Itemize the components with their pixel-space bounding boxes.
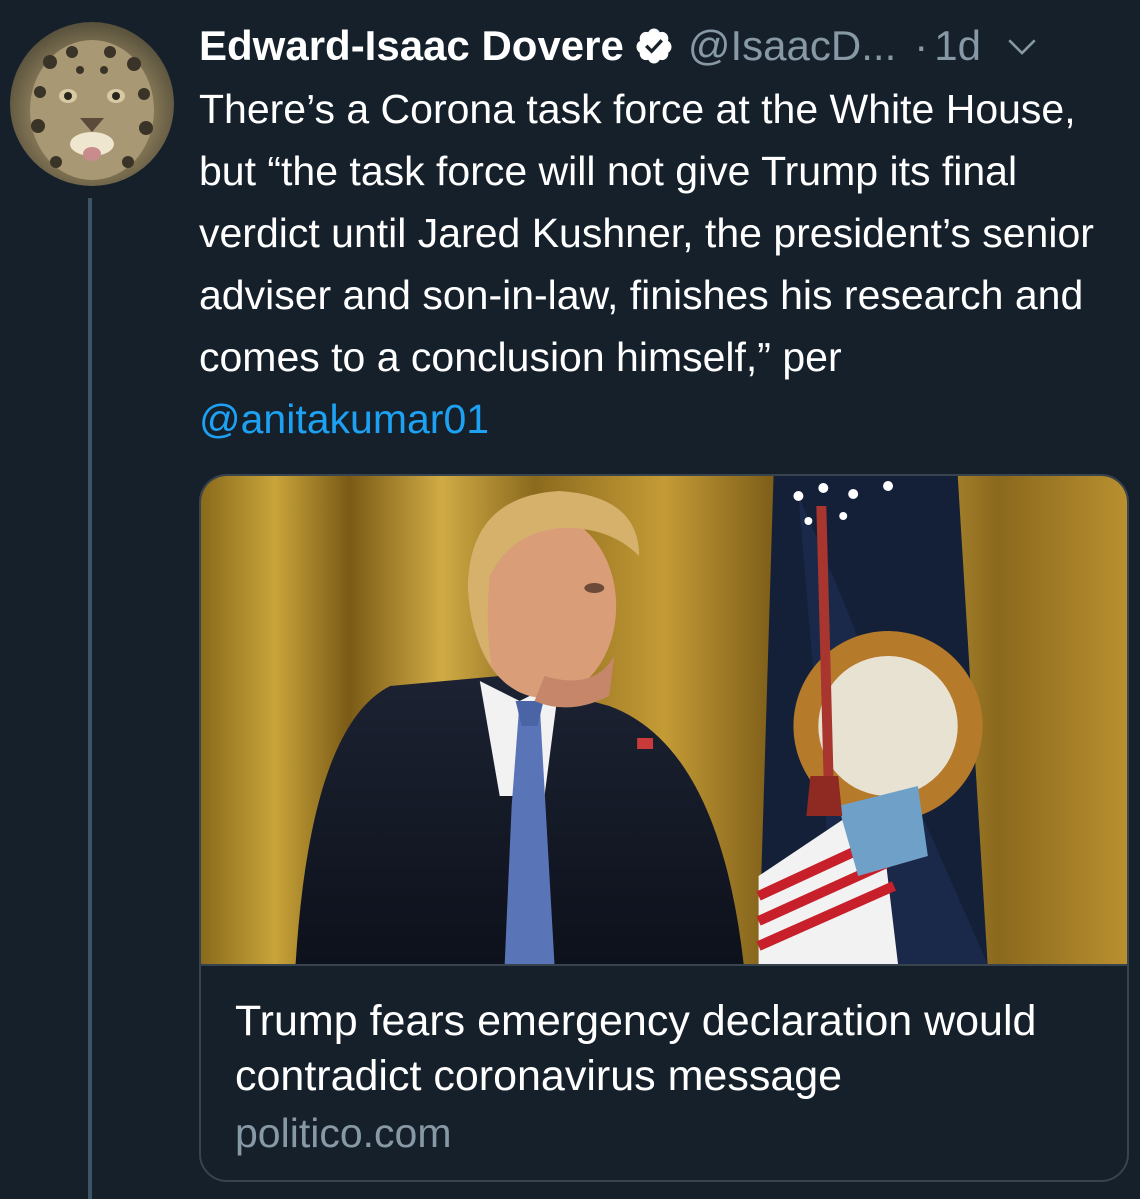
- timestamp[interactable]: 1d: [934, 18, 981, 74]
- separator-dot: ·: [914, 22, 929, 69]
- author-handle[interactable]: @IsaacD...: [688, 18, 896, 74]
- link-card-body: Trump fears emergency declaration would …: [201, 964, 1127, 1162]
- article-photo-icon[interactable]: [201, 476, 1127, 964]
- author-name[interactable]: Edward-Isaac Dovere: [199, 18, 624, 74]
- tweet-body: There’s a Corona task force at the White…: [199, 86, 1094, 380]
- link-card-domain: politico.com: [235, 1110, 452, 1156]
- mention-link[interactable]: @anitakumar01: [199, 396, 489, 442]
- jaguar-avatar-icon: [30, 40, 154, 180]
- verified-badge-icon: [634, 26, 674, 66]
- link-card[interactable]: Trump fears emergency declaration would …: [199, 474, 1129, 1182]
- chevron-down-icon[interactable]: [1005, 29, 1039, 63]
- tweet-header: Edward-Isaac Dovere @IsaacD... · 1d: [199, 18, 1129, 74]
- thread-line: [88, 198, 92, 1199]
- tweet-text: There’s a Corona task force at the White…: [199, 78, 1124, 450]
- tweet[interactable]: Edward-Isaac Dovere @IsaacD... · 1d Ther…: [199, 18, 1129, 450]
- author-avatar[interactable]: [10, 22, 174, 186]
- link-card-title[interactable]: Trump fears emergency declaration would …: [235, 994, 1093, 1104]
